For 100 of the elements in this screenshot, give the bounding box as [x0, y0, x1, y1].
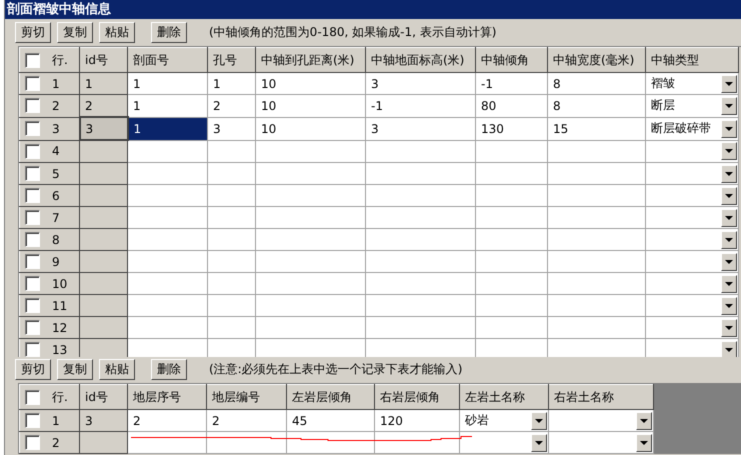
column-header[interactable]: 地层编号	[206, 384, 286, 410]
checkbox[interactable]	[25, 188, 40, 203]
note-text: (中轴倾角的范围为0-180, 如果输成-1, 表示自动计算)	[209, 24, 496, 41]
dropdown-button[interactable]	[721, 340, 737, 357]
table-cell: 3	[208, 117, 256, 140]
checkbox[interactable]	[25, 435, 40, 450]
table-cell: 1	[208, 72, 256, 94]
checkbox[interactable]	[25, 413, 40, 428]
id-cell: 3	[80, 117, 128, 140]
toolbar-button[interactable]: 剪切	[15, 358, 51, 380]
toolbar-button[interactable]: 复制	[57, 22, 93, 43]
column-header[interactable]: 中轴倾角	[476, 48, 548, 72]
dropdown-button[interactable]	[721, 96, 737, 115]
column-header[interactable]: 中轴宽度(毫米)	[548, 48, 646, 72]
dropdown-button[interactable]	[721, 318, 737, 336]
dropdown-button[interactable]	[721, 230, 737, 248]
dropdown-button[interactable]	[721, 186, 737, 204]
table-cell: 8	[548, 72, 646, 94]
toolbar-button[interactable]: 粘贴	[99, 358, 135, 380]
table-cell: 2	[208, 94, 256, 117]
checkbox[interactable]	[25, 144, 40, 159]
column-header[interactable]: 孔号	[208, 48, 256, 72]
checkbox[interactable]	[25, 342, 40, 357]
checkbox[interactable]	[25, 298, 40, 313]
table-cell: 1	[128, 72, 208, 94]
column-header[interactable]: 中轴类型	[646, 48, 738, 72]
checkbox[interactable]	[25, 98, 40, 114]
column-header[interactable]: 中轴到孔距离(米)	[256, 48, 366, 72]
table-cell: 1	[128, 117, 208, 140]
row-number: 10	[52, 276, 68, 290]
dropdown-button[interactable]	[721, 120, 737, 138]
table-cell: 2	[206, 410, 286, 432]
dropdown-button[interactable]	[531, 434, 547, 452]
table-cell	[208, 294, 256, 316]
column-header[interactable]: id号	[80, 48, 128, 72]
table-cell	[208, 272, 256, 294]
toolbar-button[interactable]: 复制	[57, 358, 93, 380]
checkbox[interactable]	[25, 276, 40, 291]
checkbox[interactable]	[25, 320, 40, 335]
row-number: 1	[52, 414, 60, 428]
table-cell	[208, 206, 256, 228]
row-number: 4	[52, 144, 60, 158]
checkbox[interactable]	[25, 76, 40, 91]
table-cell	[476, 184, 548, 206]
table-cell: 80	[476, 94, 548, 117]
row-number: 2	[52, 98, 60, 113]
dropdown-button[interactable]	[721, 252, 737, 270]
checkbox[interactable]	[25, 52, 40, 68]
table-cell	[476, 294, 548, 316]
type-cell: 褶皱	[651, 75, 675, 92]
row-number: 1	[52, 76, 60, 90]
dropdown-button[interactable]	[721, 164, 737, 182]
toolbar-button[interactable]: 粘贴	[99, 22, 135, 43]
column-header[interactable]: 中轴地面标高(米)	[366, 48, 476, 72]
checkbox[interactable]	[25, 166, 40, 181]
table-cell: 15	[548, 117, 646, 140]
column-header: 行.	[52, 388, 68, 406]
table-cell: 130	[476, 117, 548, 140]
table-cell: -1	[366, 94, 476, 117]
dropdown-button[interactable]	[721, 274, 737, 292]
column-header[interactable]: 地层序号	[128, 384, 206, 410]
table-cell	[208, 184, 256, 206]
checkbox[interactable]	[25, 121, 40, 136]
table-cell	[476, 338, 548, 357]
toolbar-button[interactable]: 剪切	[15, 22, 51, 43]
id-cell: 3	[80, 410, 128, 432]
column-header[interactable]: id号	[80, 384, 128, 410]
column-header[interactable]: 右岩层倾角	[374, 384, 460, 410]
dropdown-button[interactable]	[636, 412, 652, 430]
column-header[interactable]: 右岩土名称	[548, 384, 654, 410]
toolbar-button[interactable]: 删除	[151, 358, 187, 380]
dropdown-button[interactable]	[531, 412, 547, 430]
note-text: (注意:必须先在上表中选一个记录下表才能输入)	[209, 360, 462, 378]
dropdown-button[interactable]	[721, 208, 737, 226]
dropdown-button[interactable]	[721, 142, 737, 160]
checkbox[interactable]	[25, 390, 40, 404]
dropdown-button[interactable]	[636, 434, 652, 452]
dropdown-button[interactable]	[721, 296, 737, 314]
table-cell	[208, 162, 256, 184]
checkbox[interactable]	[25, 232, 40, 247]
type-cell: 断层	[651, 97, 675, 114]
table-cell	[476, 250, 548, 272]
column-header[interactable]: 剖面号	[128, 48, 208, 72]
row-number: 11	[52, 298, 68, 312]
row-number: 12	[52, 320, 68, 334]
id-cell: 1	[80, 72, 128, 94]
table-cell: 10	[256, 117, 366, 140]
type-cell: 断层破碎带	[651, 120, 711, 137]
toolbar-button[interactable]: 删除	[151, 22, 187, 43]
column-header[interactable]: 左岩土名称	[460, 384, 548, 410]
table-cell: 1	[128, 94, 208, 117]
table-cell: 10	[256, 94, 366, 117]
dropdown-button[interactable]	[721, 74, 737, 92]
column-header[interactable]: 左岩层倾角	[286, 384, 374, 410]
table-cell: 8	[548, 94, 646, 117]
checkbox[interactable]	[25, 210, 40, 225]
table-cell	[476, 162, 548, 184]
table-cell	[476, 272, 548, 294]
checkbox[interactable]	[25, 254, 40, 269]
table-cell	[208, 228, 256, 250]
